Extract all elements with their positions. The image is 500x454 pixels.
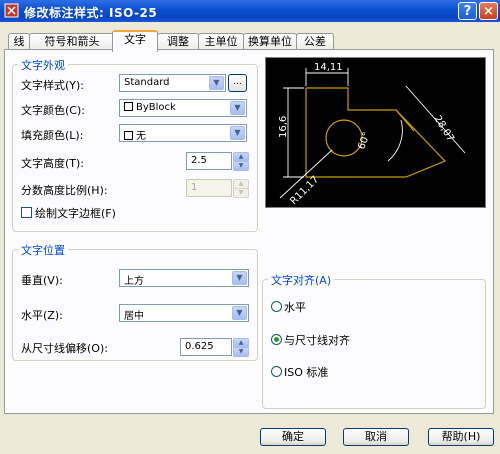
title-help-button[interactable]: ? [458,2,477,20]
align-iso-radio[interactable] [271,366,282,377]
cancel-button[interactable]: 取消 [343,428,409,446]
window-title: 修改标注样式: ISO-25 [24,6,158,20]
dimension-preview: 14,11 16,6 28,07 60° R11,17 [265,57,486,208]
tab-symbols-arrows[interactable]: 符号和箭头 [29,33,115,50]
dim-text-radius: R11,17 [288,174,321,207]
vertical-select[interactable]: 上方 ▼ [119,269,249,287]
text-height-value: 2.5 [191,155,207,166]
tab-primary-units[interactable]: 主单位 [198,33,244,50]
fraction-height-scale-value: 1 [191,182,198,193]
text-style-label: 文字样式(Y): [21,79,85,92]
text-height-input[interactable]: 2.5 ▲ ▼ [186,152,249,171]
align-horizontal-label: 水平 [284,301,306,314]
chevron-down-icon[interactable]: ▼ [232,306,247,320]
align-horizontal-radio[interactable] [271,301,282,312]
color-swatch-icon [124,102,133,111]
offset-label: 从尺寸线偏移(O): [21,342,108,355]
dim-text-width: 14,11 [314,62,343,73]
text-alignment-title: 文字对齐(A) [268,272,335,288]
fill-color-label: 填充颜色(L): [21,129,84,142]
spin-down-icon[interactable]: ▼ [233,161,249,171]
chevron-down-icon[interactable]: ▼ [230,101,245,115]
angle-arc [387,119,403,162]
offset-value: 0.625 [185,341,214,352]
fill-color-select[interactable]: 无 ▼ [119,124,247,142]
text-appearance-title: 文字外观 [18,57,68,73]
offset-input[interactable]: 0.625 ▲ ▼ [180,338,249,357]
text-color-select[interactable]: ByBlock ▼ [119,99,247,117]
color-swatch-icon [124,131,133,140]
tab-tolerances[interactable]: 公差 [296,33,334,50]
text-placement-title: 文字位置 [18,242,68,258]
spin-down-icon: ▼ [233,188,249,198]
help-button[interactable]: 帮助(H) [428,428,494,446]
text-height-label: 文字高度(T): [21,157,85,170]
chevron-down-icon[interactable]: ▼ [232,271,247,285]
ok-button[interactable]: 确定 [260,428,326,446]
fill-color-value: 无 [136,131,146,142]
browse-text-style-button[interactable]: ... [228,74,247,92]
draw-frame-checkbox[interactable] [21,207,32,218]
text-style-value: Standard [124,77,170,88]
spin-down-icon[interactable]: ▼ [233,347,249,357]
horizontal-label: 水平(Z): [21,309,63,322]
app-icon [4,3,19,18]
dim-text-slope: 28,07 [431,114,456,144]
dim-text-angle: 60° [356,131,372,151]
tab-fit[interactable]: 调整 [157,33,199,50]
align-iso-label: ISO 标准 [284,366,329,379]
vertical-label: 垂直(V): [21,274,63,287]
draw-frame-label: 绘制文字边框(F) [35,207,116,220]
tab-text[interactable]: 文字 [112,30,158,52]
align-dimension-line-radio[interactable] [271,334,282,345]
tab-alternate-units[interactable]: 换算单位 [243,33,297,50]
tab-lines[interactable]: 线 [8,33,30,50]
preview-drawing: 14,11 16,6 28,07 60° R11,17 [278,62,466,207]
vertical-value: 上方 [124,276,144,287]
text-color-value: ByBlock [136,102,176,113]
title-bar[interactable]: 修改标注样式: ISO-25 ? × [0,0,500,22]
angle-leg [395,109,415,132]
text-color-label: 文字颜色(C): [21,104,85,117]
dim-text-height: 16,6 [278,116,289,138]
chevron-down-icon[interactable]: ▼ [209,76,224,90]
close-button[interactable]: × [479,2,498,20]
fraction-height-scale-input: 1 ▲ ▼ [186,179,249,198]
horizontal-select[interactable]: 居中 ▼ [119,304,249,322]
horizontal-value: 居中 [124,311,144,322]
chevron-down-icon[interactable]: ▼ [230,126,245,140]
text-style-select[interactable]: Standard ▼ [119,74,226,92]
fraction-height-scale-label: 分数高度比例(H): [21,184,108,197]
align-dimension-line-label: 与尺寸线对齐 [284,334,350,347]
